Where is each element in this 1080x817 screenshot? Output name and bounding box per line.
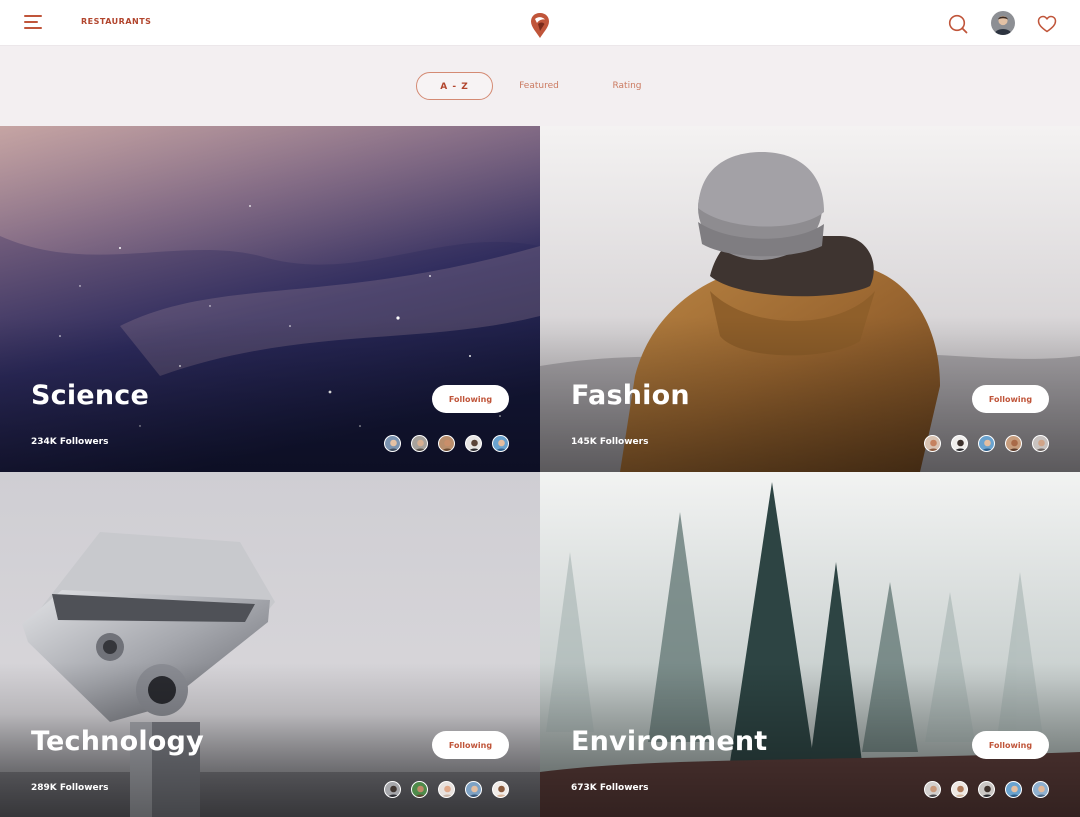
followers-count: 289K Followers [31,783,109,793]
follower-avatar[interactable] [384,781,401,798]
followers-count: 145K Followers [571,437,649,447]
follower-avatar[interactable] [465,781,482,798]
followers-count: 673K Followers [571,783,649,793]
category-card-fashion[interactable]: Fashion 145K Followers Following [540,126,1080,472]
follower-avatar[interactable] [951,781,968,798]
follower-avatars [924,781,1054,799]
follower-avatar[interactable] [492,781,509,798]
restaurants-link[interactable]: RESTAURANTS [81,17,151,26]
heart-icon[interactable] [1037,15,1057,33]
follower-avatar[interactable] [465,435,482,452]
pin-logo-icon[interactable] [529,12,551,39]
follower-avatar[interactable] [492,435,509,452]
person-in-beanie-photo [540,126,1080,472]
follower-avatar[interactable] [924,435,941,452]
following-button[interactable]: Following [972,731,1049,759]
follower-avatar[interactable] [411,781,428,798]
tab-rating[interactable]: Rating [596,72,658,100]
follower-avatar[interactable] [924,781,941,798]
card-title: Fashion [571,380,690,411]
follower-avatar[interactable] [411,435,428,452]
search-icon[interactable] [948,14,968,34]
follower-avatar[interactable] [978,435,995,452]
follower-avatar[interactable] [438,435,455,452]
tab-a-z[interactable]: A - Z [416,72,493,100]
category-card-technology[interactable]: Technology 289K Followers Following [0,472,540,817]
follower-avatar[interactable] [1032,435,1049,452]
user-avatar[interactable] [991,11,1015,35]
followers-count: 234K Followers [31,437,109,447]
follower-avatar[interactable] [1032,781,1049,798]
follower-avatar[interactable] [978,781,995,798]
follower-avatars [384,781,514,799]
category-card-environment[interactable]: Environment 673K Followers Following [540,472,1080,817]
follower-avatars [924,435,1054,453]
tower-viewer-binoculars-photo [0,472,540,817]
following-button[interactable]: Following [972,385,1049,413]
following-button[interactable]: Following [432,731,509,759]
follower-avatar[interactable] [438,781,455,798]
card-title: Science [31,380,149,411]
category-card-science[interactable]: Science 234K Followers Following [0,126,540,472]
follower-avatar[interactable] [1005,435,1022,452]
foggy-pine-forest-photo [540,472,1080,817]
hamburger-menu-icon[interactable] [24,15,42,30]
card-title: Technology [31,726,204,757]
follower-avatars [384,435,514,453]
follower-avatar[interactable] [1005,781,1022,798]
tab-featured[interactable]: Featured [506,72,572,100]
sort-tabs: A - Z Featured Rating [0,47,1080,126]
card-title: Environment [571,726,768,757]
follower-avatar[interactable] [951,435,968,452]
top-header: RESTAURANTS [0,0,1080,46]
follower-avatar[interactable] [384,435,401,452]
following-button[interactable]: Following [432,385,509,413]
starry-sky-photo [0,126,540,472]
